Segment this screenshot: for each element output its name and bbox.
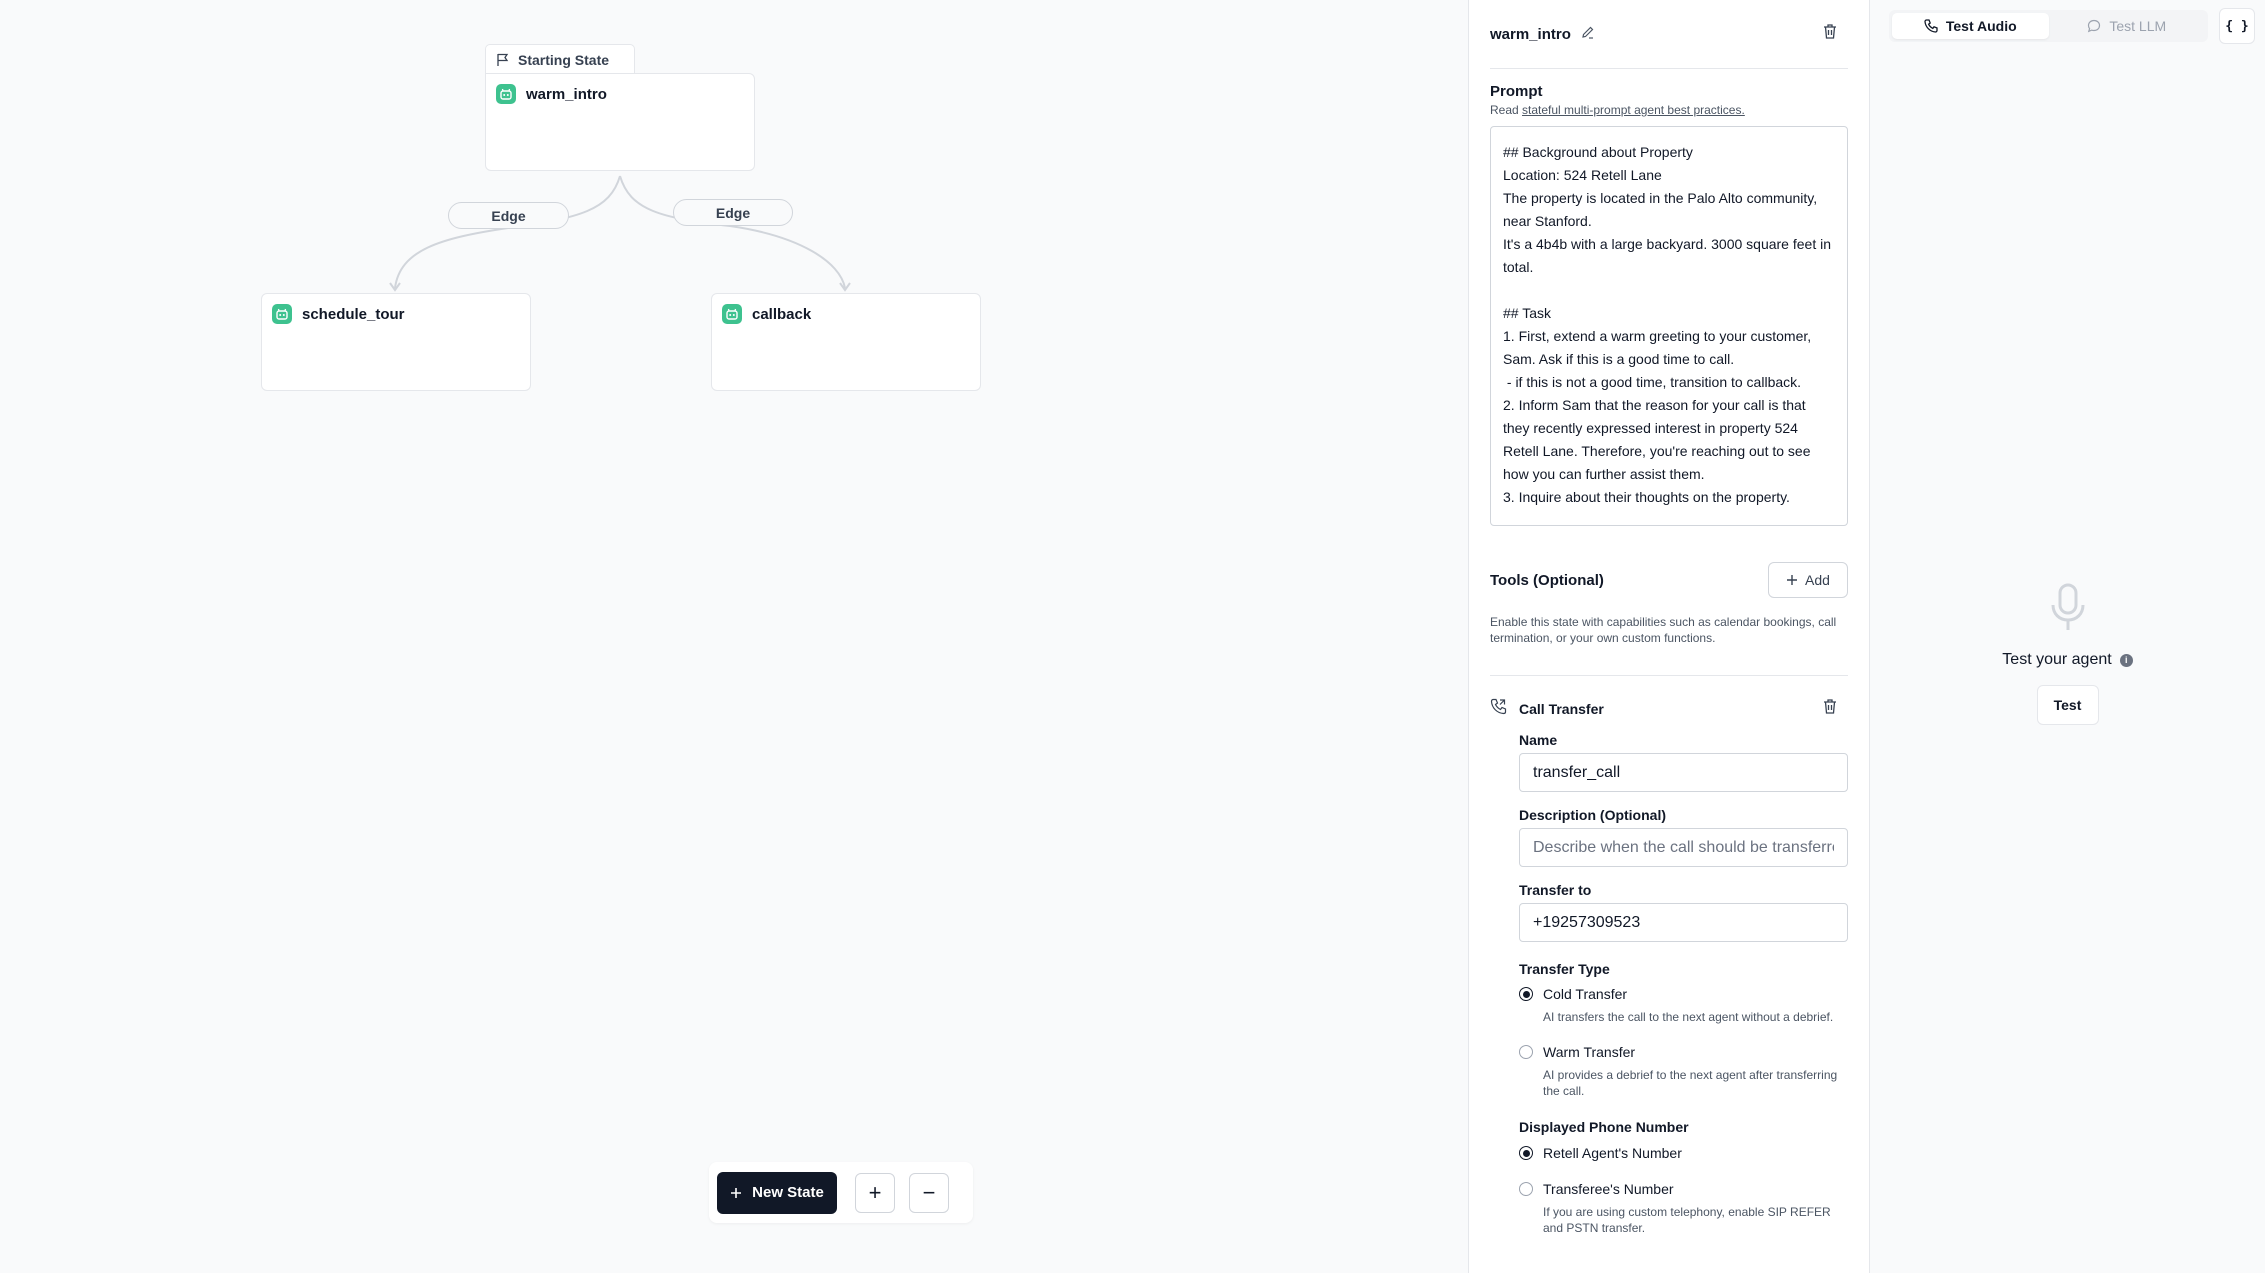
tools-description: Enable this state with capabilities such… [1490, 615, 1837, 645]
tab-test-llm-label: Test LLM [2109, 18, 2167, 34]
state-title: warm_intro [1490, 25, 1571, 43]
robot-icon [272, 304, 292, 324]
robot-icon [496, 84, 516, 104]
transfer-type-label: Transfer Type [1519, 961, 1610, 977]
cold-transfer-option[interactable]: Cold Transfer [1519, 986, 1848, 1002]
node-label: warm_intro [526, 85, 607, 103]
state-settings-panel: warm_intro Prompt Read stateful multi-pr… [1468, 0, 1870, 1273]
canvas-toolbar: New State + − [709, 1162, 973, 1223]
tab-test-audio[interactable]: Test Audio [1892, 13, 2049, 39]
call-transfer-title: Call Transfer [1519, 701, 1604, 717]
node-warm-intro[interactable]: warm_intro [485, 73, 755, 171]
test-panel: Test Audio Test LLM { } Test your agent … [1870, 0, 2265, 1273]
test-agent-area: Test your agent i Test [1870, 583, 2265, 725]
robot-icon [722, 304, 742, 324]
tab-test-llm[interactable]: Test LLM [2049, 13, 2206, 39]
prompt-label: Prompt [1490, 83, 1543, 100]
edge-lines [389, 175, 851, 292]
plus-icon [1787, 575, 1798, 585]
flag-icon [497, 53, 509, 66]
zoom-out-button[interactable]: − [909, 1172, 949, 1213]
divider [1490, 675, 1848, 676]
prompt-subtitle: Read stateful multi-prompt agent best pr… [1490, 103, 1848, 117]
tools-label: Tools (Optional) [1490, 571, 1604, 589]
trash-icon[interactable] [1822, 698, 1838, 720]
json-view-button[interactable]: { } [2219, 8, 2255, 44]
test-button-label: Test [2053, 697, 2082, 713]
zoom-out-icon: − [922, 1179, 936, 1205]
prompt-textarea[interactable]: ## Background about Property Location: 5… [1490, 126, 1848, 526]
new-state-label: New State [752, 1184, 824, 1201]
transferee-number-desc: If you are using custom telephony, enabl… [1543, 1205, 1831, 1235]
pencil-icon[interactable] [1581, 25, 1595, 44]
node-callback[interactable]: callback [711, 293, 981, 391]
plus-icon [731, 1187, 742, 1198]
starting-state-tag: Starting State [485, 44, 635, 74]
test-button[interactable]: Test [2036, 685, 2099, 725]
prompt-subtitle-prefix: Read [1490, 103, 1523, 117]
name-input[interactable] [1519, 753, 1848, 792]
zoom-in-button[interactable]: + [855, 1172, 895, 1213]
flow-canvas[interactable]: Starting State warm_intro Edge Edge sche… [0, 0, 1468, 1273]
warm-transfer-option[interactable]: Warm Transfer [1519, 1044, 1848, 1060]
phone-icon [1490, 698, 1507, 720]
edge-label-text: Edge [715, 204, 751, 221]
name-label: Name [1519, 732, 1558, 748]
call-transfer-form: Name Description (Optional) Transfer to … [1519, 732, 1848, 1236]
info-glyph: i [2124, 655, 2128, 665]
transfer-to-input[interactable] [1519, 903, 1848, 942]
test-agent-title: Test your agent [2002, 651, 2112, 668]
tab-test-audio-label: Test Audio [1945, 18, 2017, 34]
phone-icon [1924, 19, 1938, 33]
zoom-in-icon: + [868, 1179, 882, 1205]
trash-icon[interactable] [1822, 23, 1838, 45]
node-label: callback [752, 305, 812, 323]
new-state-button[interactable]: New State [717, 1171, 837, 1214]
node-schedule-tour[interactable]: schedule_tour [261, 293, 531, 391]
description-input[interactable] [1519, 828, 1848, 867]
braces-icon: { } [2225, 18, 2249, 34]
starting-state-label: Starting State [518, 51, 610, 68]
displayed-number-label: Displayed Phone Number [1519, 1119, 1689, 1135]
cold-transfer-label: Cold Transfer [1543, 986, 1628, 1002]
edge-label[interactable]: Edge [673, 199, 793, 226]
microphone-icon [2051, 583, 2084, 630]
node-label: schedule_tour [302, 305, 405, 323]
info-icon[interactable]: i [2119, 653, 2133, 667]
edge-label[interactable]: Edge [448, 202, 569, 229]
add-tool-button[interactable]: Add [1768, 562, 1848, 598]
test-tabs: Test Audio Test LLM [1889, 10, 2208, 42]
best-practices-link[interactable]: stateful multi-prompt agent best practic… [1522, 103, 1745, 117]
description-label: Description (Optional) [1519, 807, 1666, 823]
transferee-number-label: Transferee's Number [1543, 1181, 1674, 1197]
warm-transfer-desc: AI provides a debrief to the next agent … [1543, 1068, 1838, 1098]
agent-number-label: Retell Agent's Number [1543, 1145, 1682, 1161]
radio-unselected[interactable] [1519, 1182, 1533, 1196]
chat-bubble-icon [2088, 19, 2101, 33]
radio-unselected[interactable] [1519, 1045, 1533, 1059]
agent-number-option[interactable]: Retell Agent's Number [1519, 1145, 1848, 1161]
transferee-number-option[interactable]: Transferee's Number [1519, 1181, 1848, 1197]
add-tool-label: Add [1805, 572, 1830, 588]
edge-label-text: Edge [491, 207, 526, 224]
cold-transfer-desc: AI transfers the call to the next agent … [1543, 1010, 1834, 1024]
warm-transfer-label: Warm Transfer [1543, 1044, 1636, 1060]
radio-selected[interactable] [1519, 987, 1533, 1001]
transfer-to-label: Transfer to [1519, 882, 1592, 898]
radio-selected[interactable] [1519, 1146, 1533, 1160]
